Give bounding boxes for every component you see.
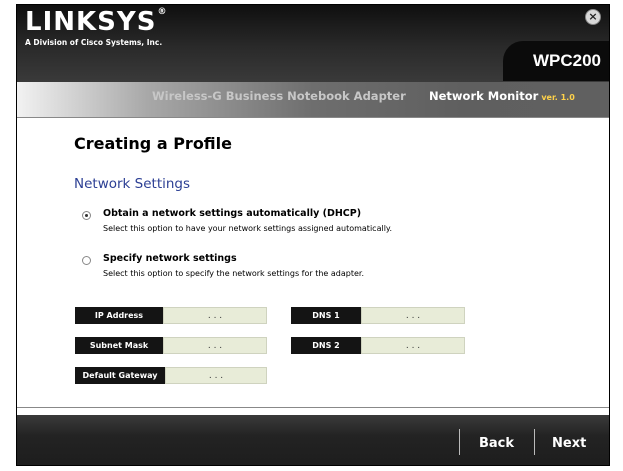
network-monitor-label: Network Monitor ver. 1.0 — [429, 89, 575, 103]
back-button[interactable]: Back — [479, 436, 514, 451]
footer-bar — [17, 415, 609, 465]
static-option-label[interactable]: Specify network settings — [103, 253, 237, 264]
static-option-desc: Select this option to specify the networ… — [103, 269, 364, 278]
brand-tagline: A Division of Cisco Systems, Inc. — [25, 38, 163, 47]
dhcp-option-label[interactable]: Obtain a network settings automatically … — [103, 208, 361, 219]
static-radio[interactable] — [82, 256, 91, 265]
default-gateway-input[interactable]: . . . — [165, 367, 267, 384]
default-gateway-value: . . . — [208, 370, 224, 381]
header-divider — [17, 117, 609, 118]
subnet-mask-label: Subnet Mask — [75, 337, 163, 354]
dns1-input[interactable]: . . . — [361, 307, 465, 324]
dns1-value: . . . — [405, 310, 421, 321]
next-button[interactable]: Next — [552, 436, 586, 451]
section-heading: Network Settings — [74, 176, 191, 192]
footer-divider — [17, 407, 609, 408]
footer-separator — [459, 429, 460, 455]
subnet-mask-input[interactable]: . . . — [163, 337, 267, 354]
dns1-label: DNS 1 — [291, 307, 361, 324]
close-icon[interactable]: × — [585, 9, 601, 25]
default-gateway-label: Default Gateway — [75, 367, 165, 384]
product-name: Wireless-G Business Notebook Adapter — [152, 89, 406, 103]
dhcp-radio[interactable] — [82, 211, 91, 220]
linksys-logo: LINKSYS® — [25, 7, 168, 37]
subnet-mask-value: . . . — [207, 340, 223, 351]
dns2-label: DNS 2 — [291, 337, 361, 354]
dhcp-option-desc: Select this option to have your network … — [103, 224, 393, 233]
dns2-value: . . . — [405, 340, 421, 351]
dns2-input[interactable]: . . . — [361, 337, 465, 354]
footer-separator — [534, 429, 535, 455]
ip-address-input[interactable]: . . . — [163, 307, 267, 324]
model-name: WPC200 — [532, 51, 601, 70]
wizard-window: LINKSYS® A Division of Cisco Systems, In… — [16, 4, 610, 466]
page-title: Creating a Profile — [74, 134, 232, 153]
ip-address-label: IP Address — [75, 307, 163, 324]
ip-address-value: . . . — [207, 310, 223, 321]
version-label: ver. 1.0 — [541, 93, 575, 102]
